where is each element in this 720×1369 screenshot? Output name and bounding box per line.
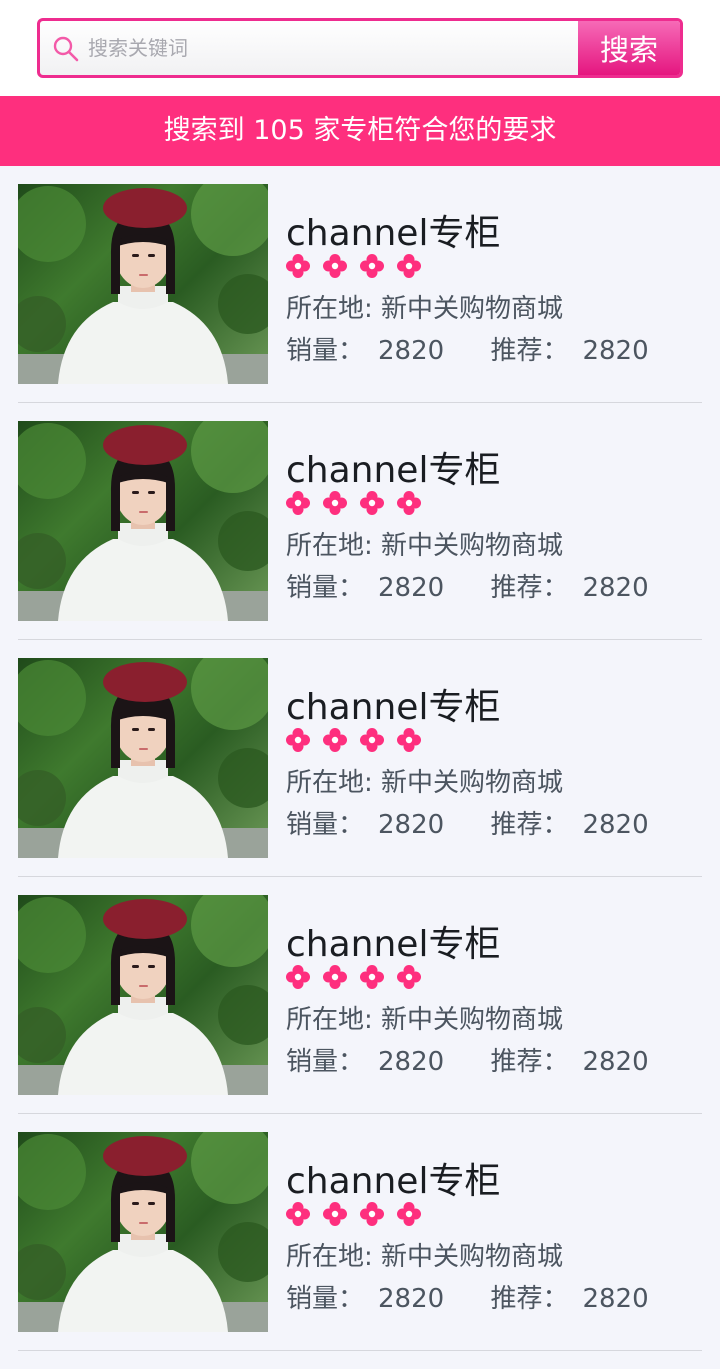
recommend-stat: 推荐： 2820 bbox=[490, 330, 648, 367]
flower-icon bbox=[397, 965, 421, 989]
shop-photo bbox=[18, 658, 268, 858]
recommend-value: 2820 bbox=[582, 810, 649, 840]
flower-icon bbox=[323, 254, 347, 278]
flower-icon bbox=[323, 965, 347, 989]
shop-location: 所在地: 新中关购物商城 bbox=[286, 762, 563, 799]
divider bbox=[18, 639, 702, 640]
recommend-label: 推荐： bbox=[490, 810, 569, 840]
shop-stats: 销量： 2820 推荐： 2820 bbox=[286, 330, 649, 367]
sales-value: 2820 bbox=[378, 810, 445, 840]
shop-stats: 销量： 2820 推荐： 2820 bbox=[286, 1041, 649, 1078]
shop-list-item[interactable]: channel专柜 所在地: 新中关购物商城 销量： 2820 推荐： 2820 bbox=[18, 421, 702, 658]
location-label: 所在地: bbox=[286, 1242, 373, 1272]
shop-location: 所在地: 新中关购物商城 bbox=[286, 999, 563, 1036]
location-value: 新中关购物商城 bbox=[381, 531, 564, 561]
recommend-value: 2820 bbox=[582, 573, 649, 603]
location-label: 所在地: bbox=[286, 768, 373, 798]
flower-icon bbox=[360, 491, 384, 515]
shop-stats: 销量： 2820 推荐： 2820 bbox=[286, 567, 649, 604]
flower-icon bbox=[360, 1202, 384, 1226]
shop-photo bbox=[18, 421, 268, 621]
flower-icon bbox=[286, 491, 310, 515]
shop-location: 所在地: 新中关购物商城 bbox=[286, 525, 563, 562]
flower-icon bbox=[397, 491, 421, 515]
recommend-label: 推荐： bbox=[490, 336, 569, 366]
sales-stat: 销量： 2820 bbox=[286, 1041, 444, 1078]
sales-stat: 销量： 2820 bbox=[286, 330, 444, 367]
flower-icon bbox=[323, 491, 347, 515]
divider bbox=[18, 402, 702, 403]
location-label: 所在地: bbox=[286, 1005, 373, 1035]
recommend-stat: 推荐： 2820 bbox=[490, 1041, 648, 1078]
shop-name: channel专柜 bbox=[286, 1161, 501, 1202]
shop-name: channel专柜 bbox=[286, 213, 501, 254]
shop-stats: 销量： 2820 推荐： 2820 bbox=[286, 1278, 649, 1315]
flower-icon bbox=[360, 965, 384, 989]
recommend-value: 2820 bbox=[582, 1047, 649, 1077]
location-value: 新中关购物商城 bbox=[381, 1005, 564, 1035]
flower-icon bbox=[286, 1202, 310, 1226]
sales-stat: 销量： 2820 bbox=[286, 1278, 444, 1315]
search-icon bbox=[52, 35, 80, 63]
recommend-value: 2820 bbox=[582, 1284, 649, 1314]
recommend-stat: 推荐： 2820 bbox=[490, 1278, 648, 1315]
recommend-label: 推荐： bbox=[490, 1284, 569, 1314]
shop-name: channel专柜 bbox=[286, 924, 501, 965]
location-label: 所在地: bbox=[286, 294, 373, 324]
location-value: 新中关购物商城 bbox=[381, 768, 564, 798]
sales-value: 2820 bbox=[378, 1284, 445, 1314]
search-button[interactable]: 搜索 bbox=[578, 21, 680, 75]
sales-label: 销量： bbox=[286, 1284, 365, 1314]
shop-list: channel专柜 所在地: 新中关购物商城 销量： 2820 推荐： 2820 bbox=[18, 184, 702, 1369]
sales-label: 销量： bbox=[286, 336, 365, 366]
recommend-stat: 推荐： 2820 bbox=[490, 804, 648, 841]
divider bbox=[18, 876, 702, 877]
divider bbox=[18, 1113, 702, 1114]
recommend-label: 推荐： bbox=[490, 1047, 569, 1077]
flower-icon bbox=[397, 254, 421, 278]
sales-stat: 销量： 2820 bbox=[286, 804, 444, 841]
shop-list-item[interactable]: channel专柜 所在地: 新中关购物商城 销量： 2820 推荐： 2820 bbox=[18, 658, 702, 895]
sales-label: 销量： bbox=[286, 1047, 365, 1077]
location-value: 新中关购物商城 bbox=[381, 1242, 564, 1272]
sales-value: 2820 bbox=[378, 336, 445, 366]
shop-list-item[interactable]: channel专柜 所在地: 新中关购物商城 销量： 2820 推荐： 2820 bbox=[18, 1132, 702, 1369]
location-value: 新中关购物商城 bbox=[381, 294, 564, 324]
shop-photo bbox=[18, 1132, 268, 1332]
search-bar: 搜索 bbox=[37, 18, 683, 78]
shop-name: channel专柜 bbox=[286, 687, 501, 728]
flower-icon bbox=[360, 254, 384, 278]
shop-stats: 销量： 2820 推荐： 2820 bbox=[286, 804, 649, 841]
location-label: 所在地: bbox=[286, 531, 373, 561]
search-header: 搜索 bbox=[0, 0, 720, 96]
sales-label: 销量： bbox=[286, 810, 365, 840]
shop-name: channel专柜 bbox=[286, 450, 501, 491]
flower-icon bbox=[397, 728, 421, 752]
shop-list-item[interactable]: channel专柜 所在地: 新中关购物商城 销量： 2820 推荐： 2820 bbox=[18, 184, 702, 421]
flower-icon bbox=[286, 728, 310, 752]
shop-photo bbox=[18, 895, 268, 1095]
shop-location: 所在地: 新中关购物商城 bbox=[286, 288, 563, 325]
sales-label: 销量： bbox=[286, 573, 365, 603]
divider bbox=[18, 1350, 702, 1351]
search-input[interactable] bbox=[88, 21, 618, 75]
flower-icon bbox=[360, 728, 384, 752]
flower-icon bbox=[286, 965, 310, 989]
shop-photo bbox=[18, 184, 268, 384]
shop-list-item[interactable]: channel专柜 所在地: 新中关购物商城 销量： 2820 推荐： 2820 bbox=[18, 895, 702, 1132]
recommend-label: 推荐： bbox=[490, 573, 569, 603]
shop-location: 所在地: 新中关购物商城 bbox=[286, 1236, 563, 1273]
sales-stat: 销量： 2820 bbox=[286, 567, 444, 604]
flower-icon bbox=[323, 728, 347, 752]
sales-value: 2820 bbox=[378, 573, 445, 603]
flower-icon bbox=[286, 254, 310, 278]
recommend-stat: 推荐： 2820 bbox=[490, 567, 648, 604]
sales-value: 2820 bbox=[378, 1047, 445, 1077]
flower-icon bbox=[323, 1202, 347, 1226]
recommend-value: 2820 bbox=[582, 336, 649, 366]
flower-icon bbox=[397, 1202, 421, 1226]
result-count-banner: 搜索到 105 家专柜符合您的要求 bbox=[0, 96, 720, 166]
